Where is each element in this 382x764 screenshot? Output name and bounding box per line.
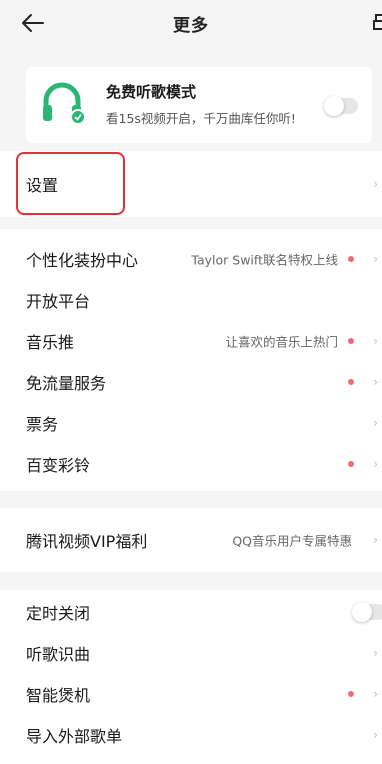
menu-label: 免流量服务 — [26, 374, 107, 393]
menu-label: 音乐推 — [26, 333, 75, 352]
red-dot-badge — [348, 461, 354, 467]
chevron-right-icon: › — [373, 533, 378, 547]
menu-label: 定时关闭 — [26, 604, 91, 623]
free-listening-card[interactable]: 免费听歌模式 看15s视频开启，千万曲库任你听! — [26, 67, 372, 143]
menu-row-free-data[interactable]: 免流量服务 › — [0, 362, 382, 402]
menu-subtitle: QQ音乐用户专属特惠 — [232, 533, 352, 549]
menu-row-tencent-video-vip[interactable]: 腾讯视频VIP福利 QQ音乐用户专属特惠 › — [0, 520, 382, 560]
menu-row-sleep-timer[interactable]: 定时关闭 — [0, 592, 382, 632]
chevron-right-icon: › — [373, 416, 378, 430]
menu-label: 听歌识曲 — [26, 645, 91, 664]
menu-row-tickets[interactable]: 票务 › — [0, 403, 382, 443]
features-section: 个性化装扮中心 Taylor Swift联名特权上线 › 开放平台 音乐推 让喜… — [0, 229, 382, 491]
menu-subtitle: Taylor Swift联名特权上线 — [191, 252, 338, 268]
partial-icon[interactable] — [368, 12, 382, 34]
menu-row-theme-center[interactable]: 个性化装扮中心 Taylor Swift联名特权上线 › — [0, 239, 382, 279]
menu-label: 开放平台 — [26, 292, 91, 311]
menu-row-import-playlist[interactable]: 导入外部歌单 › — [0, 715, 382, 755]
sleep-timer-toggle[interactable] — [352, 602, 382, 622]
toggle-knob — [352, 602, 372, 622]
tools-section: 定时关闭 听歌识曲 › 智能煲机 › 导入外部歌单 › — [0, 590, 382, 764]
menu-label: 智能煲机 — [26, 686, 91, 705]
menu-label: 导入外部歌单 — [26, 727, 123, 746]
free-mode-toggle[interactable] — [324, 96, 358, 116]
toggle-knob — [324, 96, 344, 116]
partner-section: 腾讯视频VIP福利 QQ音乐用户专属特惠 › — [0, 508, 382, 572]
menu-label: 百变彩铃 — [26, 456, 91, 475]
settings-highlight-box — [16, 152, 125, 215]
chevron-right-icon: › — [373, 334, 378, 348]
menu-row-song-recognition[interactable]: 听歌识曲 › — [0, 633, 382, 673]
chevron-right-icon: › — [373, 646, 378, 660]
menu-row-smart-burn-in[interactable]: 智能煲机 › — [0, 674, 382, 714]
headphones-icon — [43, 82, 84, 125]
menu-label: 腾讯视频VIP福利 — [26, 532, 148, 551]
page-title: 更多 — [173, 15, 209, 36]
menu-label: 个性化装扮中心 — [26, 251, 139, 270]
red-dot-badge — [348, 379, 354, 385]
menu-row-music-promote[interactable]: 音乐推 让喜欢的音乐上热门 › — [0, 321, 382, 361]
promo-title: 免费听歌模式 — [106, 83, 197, 101]
arrow-left-icon[interactable] — [18, 8, 48, 38]
promo-subtitle: 看15s视频开启，千万曲库任你听! — [106, 111, 296, 126]
menu-row-open-platform[interactable]: 开放平台 — [0, 280, 382, 320]
chevron-right-icon: › — [373, 177, 378, 191]
menu-subtitle: 让喜欢的音乐上热门 — [225, 334, 338, 350]
menu-label: 票务 — [26, 415, 59, 434]
red-dot-badge — [348, 338, 354, 344]
chevron-right-icon: › — [373, 252, 378, 266]
chevron-right-icon: › — [373, 728, 378, 742]
chevron-right-icon: › — [373, 457, 378, 471]
menu-row-ringtones[interactable]: 百变彩铃 › — [0, 444, 382, 484]
chevron-right-icon: › — [373, 375, 378, 389]
red-dot-badge — [348, 691, 354, 697]
top-bar: 更多 — [0, 0, 382, 46]
red-dot-badge — [348, 256, 354, 262]
chevron-right-icon: › — [373, 687, 378, 701]
